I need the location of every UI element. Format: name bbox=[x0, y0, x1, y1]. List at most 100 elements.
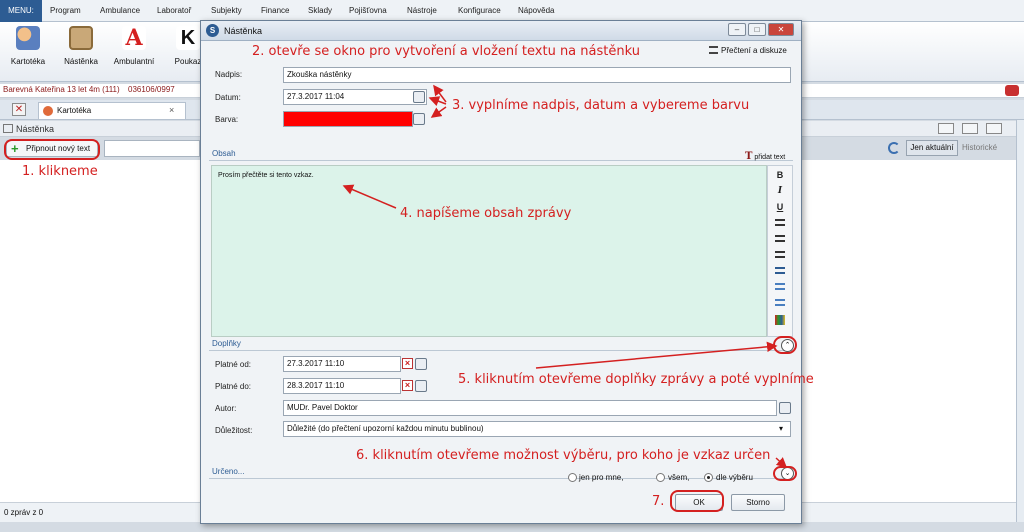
minimize-icon[interactable] bbox=[938, 123, 954, 134]
ribbon-button-kartoteka[interactable]: Kartotéka bbox=[0, 24, 56, 78]
radio-all-label: všem, bbox=[668, 473, 690, 482]
menu-item-laborator[interactable]: Laboratoř bbox=[157, 0, 191, 22]
annotation-6: 6. kliknutím otevřeme možnost výběru, pr… bbox=[356, 448, 771, 463]
maximize-icon[interactable]: □ bbox=[748, 23, 766, 36]
add-text-link-label: přidat text bbox=[754, 154, 786, 161]
menu-item-konfigurace[interactable]: Konfigurace bbox=[458, 0, 501, 22]
edit-author-icon[interactable] bbox=[779, 402, 791, 414]
clear-icon[interactable]: × bbox=[402, 380, 413, 391]
side-collapse-handle[interactable] bbox=[1016, 120, 1024, 522]
phone-icon[interactable] bbox=[1005, 85, 1019, 96]
tab-label: Kartotéka bbox=[57, 106, 92, 115]
platne-do-label: Platné do: bbox=[215, 382, 252, 391]
radio-selection-label: dle výběru bbox=[716, 473, 753, 482]
letter-k-icon: K bbox=[176, 26, 200, 50]
menu-item-sklady[interactable]: Sklady bbox=[308, 0, 332, 22]
nadpis-input[interactable]: Zkouška nástěnky bbox=[283, 67, 791, 83]
outdent-icon[interactable] bbox=[775, 299, 785, 306]
menu-item-subjekty[interactable]: Subjekty bbox=[211, 0, 242, 22]
close-icon[interactable] bbox=[986, 123, 1002, 134]
radio-all[interactable] bbox=[656, 473, 665, 482]
menu-item-program[interactable]: Program bbox=[50, 0, 81, 22]
menu-label[interactable]: MENU: bbox=[0, 0, 42, 22]
highlight-ring bbox=[773, 336, 797, 354]
annotation-1: 1. klikneme bbox=[22, 164, 98, 179]
minimize-icon[interactable]: – bbox=[728, 23, 746, 36]
clear-icon[interactable]: × bbox=[402, 358, 413, 369]
annotation-7: 7. bbox=[652, 494, 665, 509]
extras-section: Doplňky bbox=[209, 339, 793, 351]
content-text: Prosím přečtěte si tento vzkaz. bbox=[218, 172, 314, 179]
read-discussion-button[interactable]: Přečtení a diskuze bbox=[709, 45, 787, 55]
align-center-icon[interactable] bbox=[775, 235, 785, 242]
app-logo-icon: S bbox=[206, 24, 219, 37]
tab-close-icon[interactable]: × bbox=[169, 105, 174, 115]
ribbon-label: Kartotéka bbox=[10, 57, 46, 66]
color-picker-icon[interactable] bbox=[413, 113, 425, 125]
annotation-5: 5. kliknutím otevřeme doplňky zprávy a p… bbox=[458, 372, 814, 387]
extras-section-label: Doplňky bbox=[212, 339, 241, 348]
chevron-down-icon: ▾ bbox=[779, 424, 784, 433]
platne-od-label: Platné od: bbox=[215, 360, 252, 369]
menu-item-finance[interactable]: Finance bbox=[261, 0, 289, 22]
menu-item-pojistovna[interactable]: Pojišťovna bbox=[349, 0, 387, 22]
search-input[interactable] bbox=[104, 140, 200, 157]
editor-toolbar: B I U bbox=[767, 165, 793, 337]
toggle-current[interactable]: Jen aktuální bbox=[906, 140, 958, 156]
dulezitost-select[interactable]: Důležité (do přečtení upozorní každou mi… bbox=[283, 421, 791, 437]
underline-icon[interactable]: U bbox=[775, 202, 785, 212]
datum-input[interactable]: 27.3.2017 11:04 bbox=[283, 89, 427, 105]
platne-od-input[interactable]: 27.3.2017 11:10 bbox=[283, 356, 401, 372]
nadpis-label: Nadpis: bbox=[215, 70, 243, 79]
calendar-icon[interactable] bbox=[415, 358, 427, 370]
autor-label: Autor: bbox=[215, 404, 237, 413]
radio-selection[interactable] bbox=[704, 473, 713, 482]
annotation-2: 2. otevře se okno pro vytvoření a vložen… bbox=[252, 44, 640, 59]
text-style-icon: T bbox=[745, 151, 753, 162]
align-right-icon[interactable] bbox=[775, 251, 785, 258]
menu-icon bbox=[709, 46, 718, 54]
bold-icon[interactable]: B bbox=[775, 170, 785, 180]
toggle-history[interactable]: Historické bbox=[962, 143, 997, 152]
menu-item-nastroje[interactable]: Nástroje bbox=[407, 0, 437, 22]
close-all-tabs-icon[interactable]: ✕ bbox=[12, 103, 26, 116]
content-editor[interactable]: Prosím přečtěte si tento vzkaz. bbox=[211, 165, 767, 337]
ribbon-label: Ambulantní bbox=[113, 57, 155, 66]
people-icon bbox=[16, 26, 40, 50]
dialog-title: Nástěnka bbox=[224, 26, 263, 36]
board-icon bbox=[69, 26, 93, 50]
urceno-section-label: Určeno... bbox=[212, 467, 245, 476]
patient-id: 036106/0997 bbox=[128, 85, 175, 94]
radio-only-me-label: jen pro mne, bbox=[579, 473, 624, 482]
radio-only-me[interactable] bbox=[568, 473, 577, 482]
ribbon-button-nastenka[interactable]: Nástěnka bbox=[53, 24, 109, 78]
menu-item-ambulance[interactable]: Ambulance bbox=[100, 0, 140, 22]
autor-input[interactable]: MUDr. Pavel Doktor bbox=[283, 400, 777, 416]
add-text-link[interactable]: T přidat text bbox=[745, 151, 785, 162]
close-icon[interactable]: ✕ bbox=[768, 23, 794, 36]
align-left-icon[interactable] bbox=[775, 219, 785, 226]
datum-label: Datum: bbox=[215, 93, 241, 102]
font-color-icon[interactable] bbox=[775, 315, 785, 325]
calendar-icon[interactable] bbox=[413, 91, 425, 103]
bullet-list-icon[interactable] bbox=[775, 267, 785, 274]
menu-item-napoveda[interactable]: Nápověda bbox=[518, 0, 554, 22]
menu-bar: MENU: Program Ambulance Laboratoř Subjek… bbox=[0, 0, 1024, 22]
kartoteka-icon bbox=[43, 106, 53, 116]
barva-label: Barva: bbox=[215, 115, 239, 124]
ribbon-button-ambulantni[interactable]: A Ambulantní bbox=[106, 24, 162, 78]
calendar-icon[interactable] bbox=[415, 380, 427, 392]
content-section-label: Obsah bbox=[212, 149, 236, 158]
platne-do-input[interactable]: 28.3.2017 11:10 bbox=[283, 378, 401, 394]
italic-icon[interactable]: I bbox=[775, 186, 785, 196]
refresh-icon[interactable] bbox=[888, 142, 900, 154]
highlight-ring bbox=[670, 490, 724, 512]
restore-icon[interactable] bbox=[962, 123, 978, 134]
indent-icon[interactable] bbox=[775, 283, 785, 290]
board-icon bbox=[3, 124, 13, 133]
patient-name[interactable]: Barevná Kateřina 13 let 4m (111) bbox=[3, 85, 120, 94]
tab-kartoteka[interactable]: Kartotéka × bbox=[38, 102, 186, 119]
annotation-3: 3. vyplníme nadpis, datum a vybereme bar… bbox=[452, 98, 750, 113]
cancel-button[interactable]: Storno bbox=[731, 494, 785, 511]
color-swatch[interactable] bbox=[283, 111, 413, 127]
